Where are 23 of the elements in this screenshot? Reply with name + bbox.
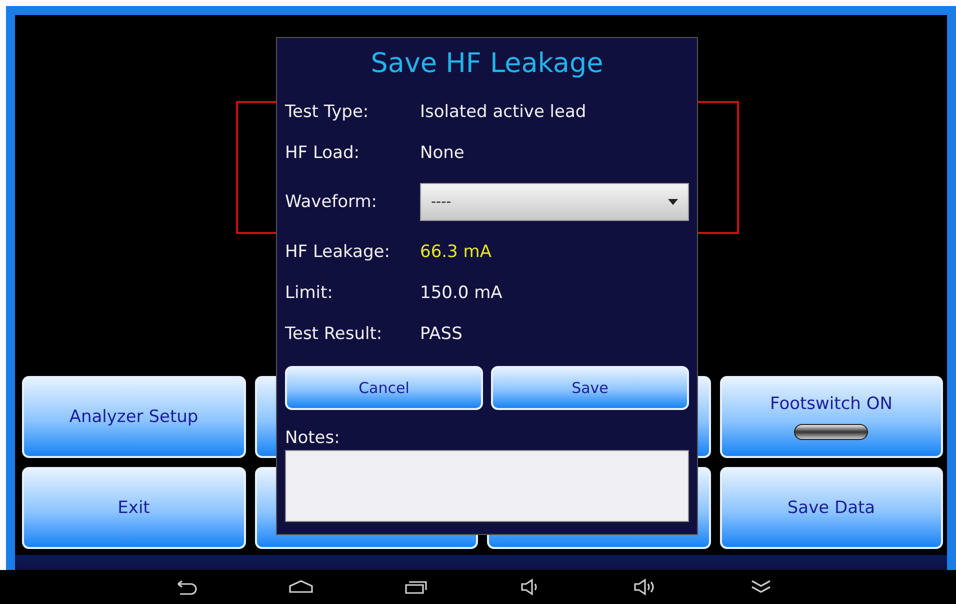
field-value: PASS (420, 324, 462, 344)
field-value: 150.0 mA (420, 282, 502, 302)
indicator-icon (794, 424, 868, 440)
notes-label: Notes: (285, 428, 341, 448)
field-value: None (420, 142, 464, 162)
field-label: HF Leakage: (285, 242, 391, 262)
field-label: Limit: (285, 282, 334, 302)
notes-field[interactable] (285, 450, 689, 522)
field-value: Isolated active lead (420, 102, 586, 122)
menu-button[interactable]: Analyzer Setup (22, 376, 246, 458)
field-label: HF Load: (285, 142, 360, 162)
field-label: Waveform: (285, 192, 378, 212)
waveform-dropdown[interactable]: ---- (420, 183, 689, 221)
caret-icon (668, 199, 678, 205)
footswitch-button[interactable]: Footswitch ON (720, 376, 943, 458)
field-value: 66.3 mA (420, 242, 492, 262)
menu-button[interactable]: Exit (22, 467, 246, 549)
dialog-button[interactable]: Cancel (285, 366, 483, 410)
field-label: Test Type: (285, 102, 370, 122)
dialog-title: Save HF Leakage (370, 48, 604, 79)
menu-button[interactable]: Save Data (720, 467, 943, 549)
dialog-button[interactable]: Save (491, 366, 689, 410)
field-label: Test Result: (285, 324, 384, 344)
